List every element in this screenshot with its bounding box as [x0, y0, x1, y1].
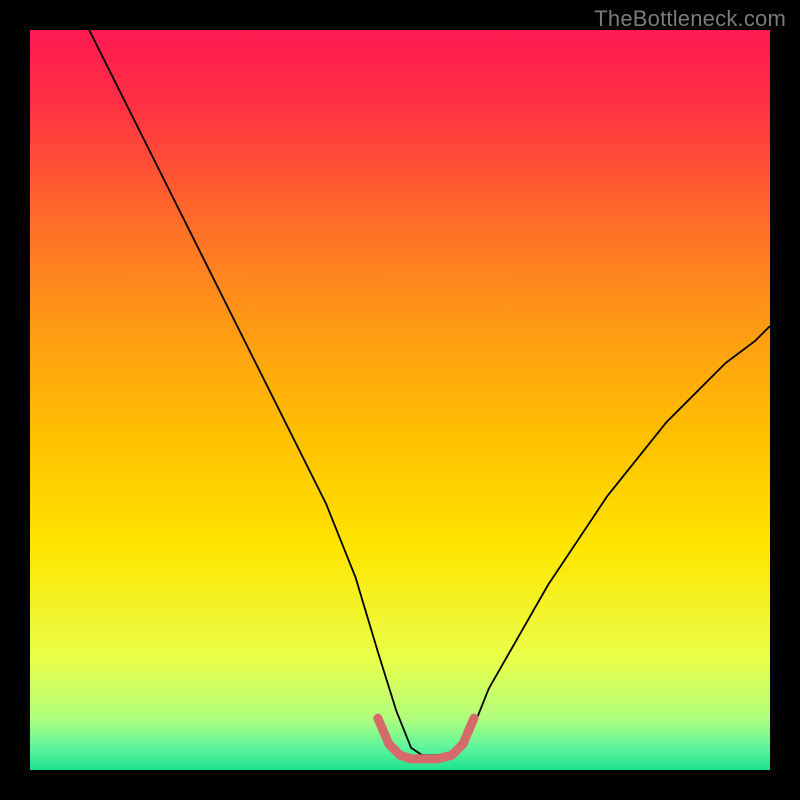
plot-area — [30, 30, 770, 770]
gradient-background — [30, 30, 770, 770]
chart-frame: TheBottleneck.com — [0, 0, 800, 800]
watermark-label: TheBottleneck.com — [594, 6, 786, 32]
chart-svg — [30, 30, 770, 770]
